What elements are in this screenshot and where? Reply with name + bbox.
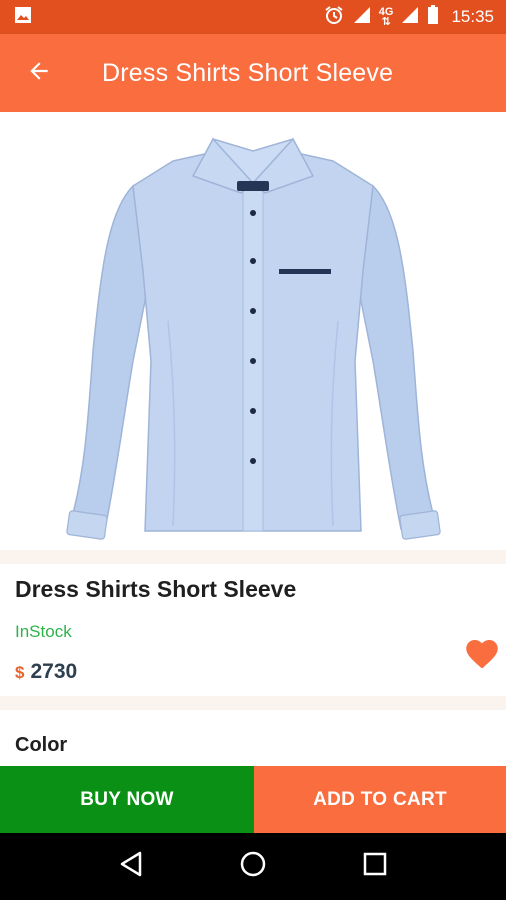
section-divider <box>0 550 506 564</box>
action-bar: BUY NOW ADD TO CART <box>0 766 506 833</box>
arrow-back-icon <box>26 58 52 89</box>
add-to-cart-button[interactable]: ADD TO CART <box>254 766 506 833</box>
alarm-icon <box>323 4 345 31</box>
signal-icon <box>401 6 419 29</box>
buy-now-button[interactable]: BUY NOW <box>0 766 254 833</box>
section-divider <box>0 696 506 710</box>
network-4g-icon: 4G ⇅ <box>378 6 394 28</box>
stock-status: InStock <box>15 622 72 641</box>
back-button[interactable] <box>0 34 78 112</box>
favorite-button[interactable] <box>466 640 498 669</box>
recents-square-icon <box>362 851 388 882</box>
nav-home-button[interactable] <box>233 847 273 887</box>
signal-icon <box>353 6 371 29</box>
system-nav-bar <box>0 833 506 900</box>
back-triangle-icon <box>118 850 144 883</box>
product-name: Dress Shirts Short Sleeve <box>15 576 297 602</box>
product-info-card: Dress Shirts Short Sleeve InStock $ 2730 <box>0 564 506 696</box>
price-row: $ 2730 <box>15 660 77 684</box>
nav-back-button[interactable] <box>111 847 151 887</box>
app-bar: Dress Shirts Short Sleeve <box>0 34 506 112</box>
color-label: Color <box>15 734 68 756</box>
heart-icon <box>466 640 498 672</box>
product-price: 2730 <box>30 660 78 683</box>
nav-recents-button[interactable] <box>355 847 395 887</box>
status-bar: 4G ⇅ 15:35 <box>0 0 506 34</box>
shirt-image <box>66 137 441 540</box>
status-time: 15:35 <box>451 7 494 26</box>
image-icon <box>14 6 32 29</box>
product-image[interactable] <box>0 112 506 550</box>
page-title: Dress Shirts Short Sleeve <box>102 58 394 87</box>
home-circle-icon <box>239 850 267 883</box>
currency-symbol: $ <box>15 663 25 682</box>
color-section: Color <box>0 710 506 766</box>
battery-icon <box>427 4 439 30</box>
